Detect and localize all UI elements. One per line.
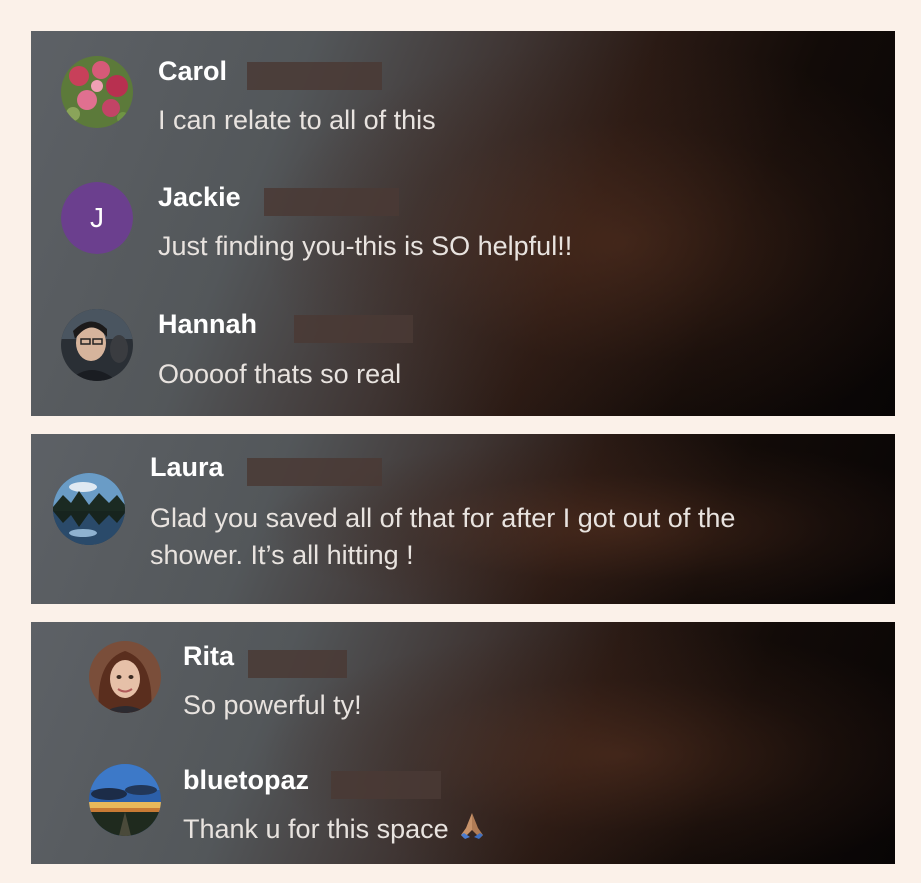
redacted-timestamp bbox=[331, 771, 441, 799]
comment-text-content: Thank u for this space bbox=[183, 814, 449, 844]
avatar-laura-lake[interactable] bbox=[53, 473, 125, 545]
avatar-hannah-selfie[interactable] bbox=[61, 309, 133, 381]
comment-text: Just finding you-this is SO helpful!! bbox=[158, 231, 573, 261]
avatar-rita-portrait[interactable] bbox=[89, 641, 161, 713]
comment-panel-1: Carol I can relate to all of this J Jack… bbox=[31, 31, 895, 416]
avatar-carol-flowers[interactable] bbox=[61, 56, 133, 128]
folded-hands-icon bbox=[457, 810, 487, 850]
commenter-name[interactable]: Carol bbox=[158, 55, 227, 87]
commenter-name[interactable]: Rita bbox=[183, 640, 234, 672]
comment-panel-3: Rita So powerful ty! bluetopaz Thank u f… bbox=[31, 622, 895, 864]
avatar-jackie[interactable]: J bbox=[61, 182, 133, 254]
comment-text-line-1: Glad you saved all of that for after I g… bbox=[150, 503, 736, 533]
comment-text: I can relate to all of this bbox=[158, 105, 436, 135]
redacted-timestamp bbox=[248, 650, 347, 678]
avatar-initial: J bbox=[61, 182, 133, 254]
comment-text: Thank u for this space bbox=[183, 810, 487, 850]
redacted-timestamp bbox=[247, 62, 382, 90]
redacted-timestamp bbox=[294, 315, 413, 343]
comment-panel-2: Laura Glad you saved all of that for aft… bbox=[31, 434, 895, 604]
redacted-timestamp bbox=[264, 188, 399, 216]
commenter-name[interactable]: Laura bbox=[150, 451, 224, 483]
commenter-name[interactable]: Jackie bbox=[158, 181, 241, 213]
redacted-timestamp bbox=[247, 458, 382, 486]
comment-text-line-2: shower. It’s all hitting ! bbox=[150, 540, 414, 570]
commenter-name[interactable]: bluetopaz bbox=[183, 764, 309, 796]
avatar-bluetopaz-sky[interactable] bbox=[89, 764, 161, 836]
comment-text: Ooooof thats so real bbox=[158, 359, 402, 389]
commenter-name[interactable]: Hannah bbox=[158, 308, 257, 340]
comment-text: So powerful ty! bbox=[183, 690, 362, 720]
